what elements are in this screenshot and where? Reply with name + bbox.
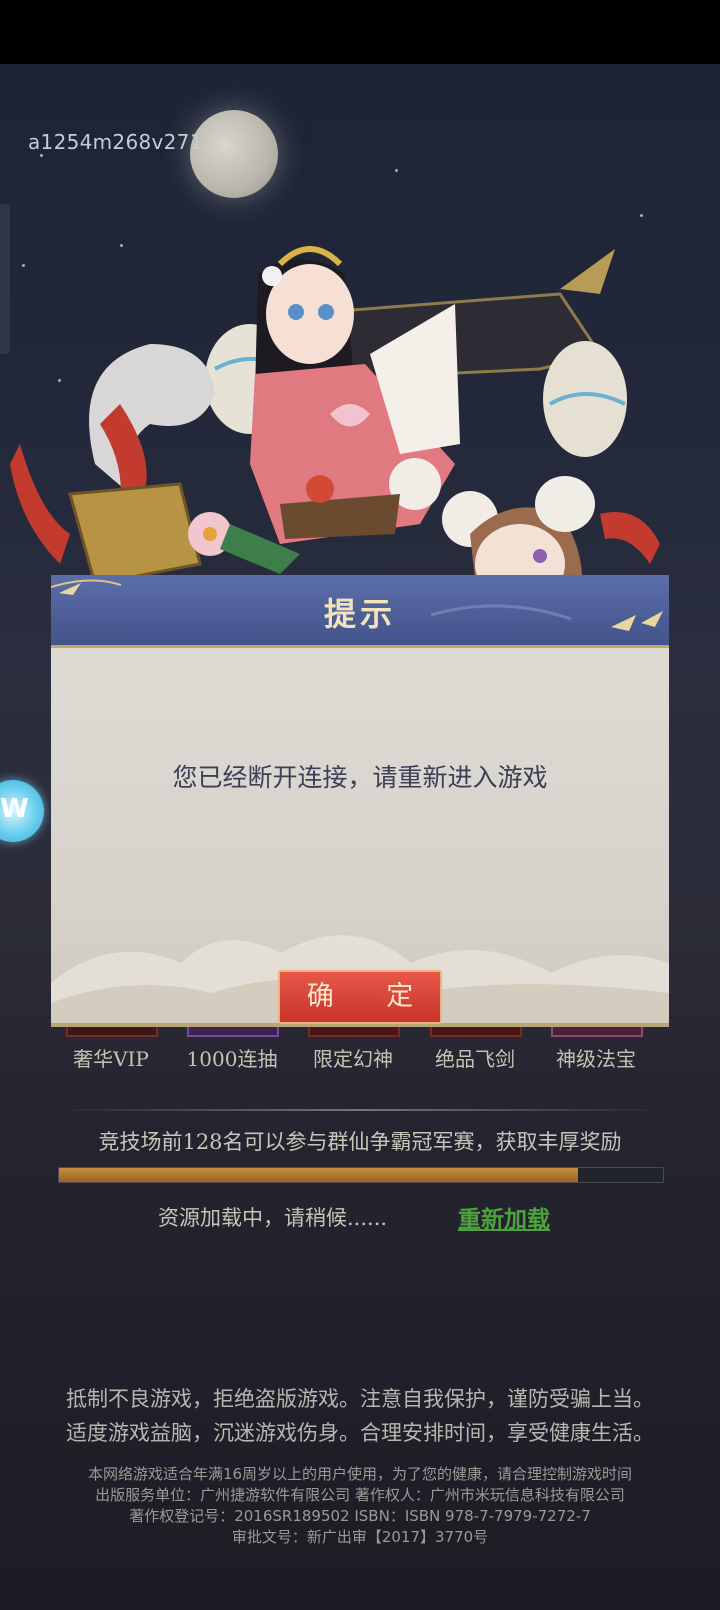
dialog-message: 您已经断开连接，请重新进入游戏: [172, 763, 548, 792]
dialog-body: 您已经断开连接，请重新进入游戏 确 定: [51, 648, 669, 1027]
loading-tip: 竞技场前128名可以参与群仙争霸冠军赛，获取丰厚奖励: [98, 1130, 622, 1154]
confirm-button[interactable]: 确 定: [278, 970, 442, 1024]
reward-label: 限定幻神: [313, 1047, 393, 1071]
dialog-header: 提示: [51, 575, 669, 648]
health-line: 抵制不良游戏，拒绝盗版游戏。注意自我保护，谨防受骗上当。: [66, 1387, 654, 1411]
health-notice: 抵制不良游戏，拒绝盗版游戏。注意自我保护，谨防受骗上当。 适度游戏益脑，沉迷游戏…: [0, 1382, 720, 1450]
legal-line: 本网络游戏适合年满16周岁以上的用户使用，为了您的健康，请合理控制游戏时间: [87, 1465, 633, 1483]
status-bar: [0, 0, 720, 64]
health-line: 适度游戏益脑，沉迷游戏伤身。合理安排时间，享受健康生活。: [66, 1421, 654, 1445]
legal-line: 出版服务单位：广州捷游软件有限公司 著作权人：广州市米玩信息科技有限公司: [95, 1486, 625, 1504]
reward-label: 1000连抽: [186, 1047, 278, 1071]
legal-info: 本网络游戏适合年满16周岁以上的用户使用，为了您的健康，请合理控制游戏时间 出版…: [0, 1464, 720, 1548]
reward-label: 奢华VIP: [73, 1047, 149, 1071]
build-id-label: a1254m268v271: [28, 130, 203, 154]
star-decoration: [395, 169, 398, 172]
disconnect-dialog: 提示 您已经断开连接，请重新进入游戏 确 定: [51, 575, 669, 1027]
reward-label: 神级法宝: [556, 1047, 636, 1071]
loading-status: 资源加载中，请稍候......: [158, 1206, 388, 1230]
loading-progress-bar: [58, 1167, 664, 1183]
floating-assistant-button[interactable]: W: [0, 780, 44, 842]
reward-label: 绝品飞剑: [435, 1047, 515, 1071]
progress-fill: [59, 1168, 579, 1182]
dialog-title: 提示: [323, 595, 396, 633]
reload-link[interactable]: 重新加载: [458, 1200, 550, 1234]
divider: [58, 1109, 662, 1111]
moon-decoration: [190, 110, 278, 198]
legal-line: 审批文号：新广出审【2017】3770号: [231, 1528, 489, 1546]
legal-line: 著作权登记号：2016SR189502 ISBN：ISBN 978-7-7979…: [129, 1507, 591, 1525]
assistant-logo-icon: W: [0, 794, 29, 824]
star-decoration: [40, 154, 43, 157]
